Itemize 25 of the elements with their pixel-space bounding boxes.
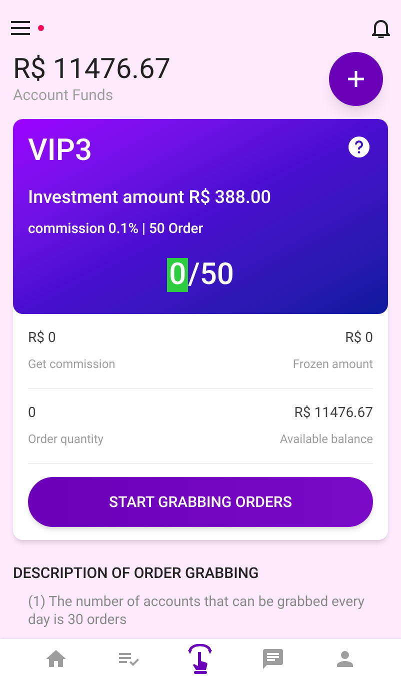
stat-label: Order quantity [28,431,104,448]
stat-value: R$ 0 [28,329,57,348]
stat-label: Get commission [28,356,116,373]
stat-value: R$ 0 [345,329,373,348]
balance-amount: R$ 11476.67 [13,52,170,86]
description-title: DESCRIPTION OF ORDER GRABBING [13,563,260,584]
vip-level: VIP3 [28,133,92,169]
stat-value: R$ 11476.67 [294,404,373,423]
menu-icon[interactable] [11,21,30,35]
commission-info: commission 0.1% | 50 Order [28,220,204,239]
investment-amount: Investment amount R$ 388.00 [28,186,272,210]
stat-label: Frozen amount [292,356,373,373]
tap-hand-icon[interactable] [186,644,214,674]
stat-label: Available balance [280,431,373,448]
orders-total: /50 [188,258,234,292]
plus-icon [347,70,365,88]
stat-value: 0 [28,404,37,423]
bell-icon[interactable] [372,18,390,38]
add-button[interactable] [329,52,383,106]
chat-icon[interactable] [260,647,285,671]
balance-label: Account Funds [13,86,114,104]
orders-done: 0 [167,258,188,292]
help-icon[interactable] [348,136,370,158]
start-grabbing-button[interactable]: START GRABBING ORDERS [28,477,373,527]
description-text: (1) The number of accounts that can be grabbed every day is 30 orders [27,592,366,628]
